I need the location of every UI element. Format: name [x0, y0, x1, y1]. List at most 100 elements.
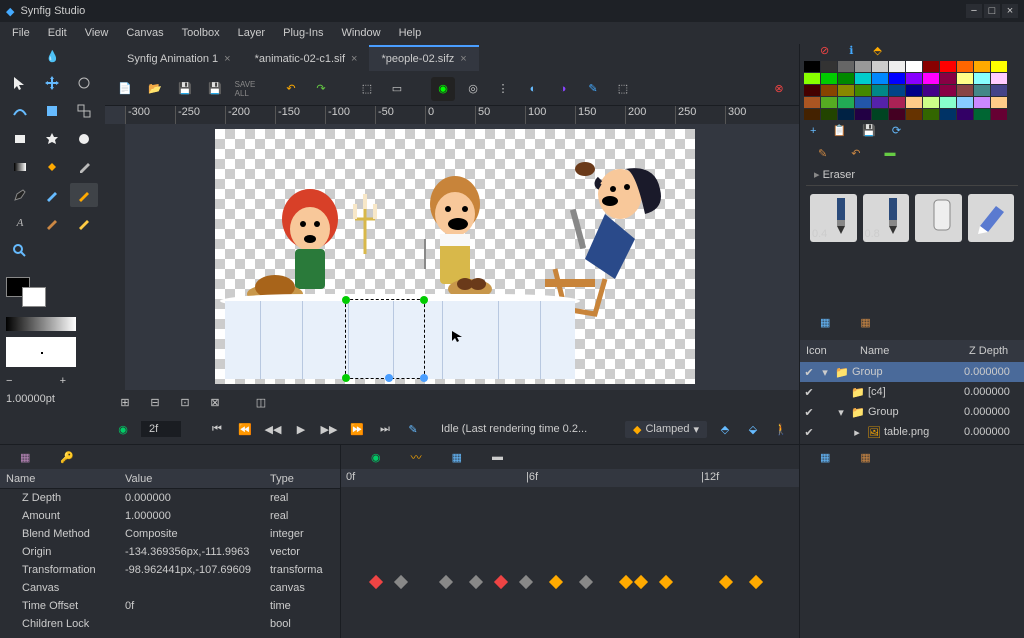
brush-preset[interactable]: 0.4 [810, 194, 857, 242]
palette-color[interactable] [957, 61, 973, 72]
palette-color[interactable] [838, 85, 854, 96]
palette-color[interactable] [821, 109, 837, 120]
layer-row[interactable]: ✔📁[c4]0.000000 [800, 382, 1024, 402]
palette-color[interactable] [804, 61, 820, 72]
palette-color[interactable] [872, 73, 888, 84]
keyframe[interactable] [634, 575, 648, 589]
circle-tool[interactable] [70, 127, 98, 151]
redo-icon[interactable]: ↷ [309, 77, 333, 101]
bg-color-swatch[interactable] [22, 287, 46, 307]
kf2-icon[interactable]: ⬙ [743, 419, 763, 439]
palette-color[interactable] [821, 73, 837, 84]
palette-color[interactable] [906, 109, 922, 120]
param-row[interactable]: Transformation-98.962441px,-107.69609tra… [0, 561, 340, 579]
param-row[interactable]: Children Lockbool [0, 615, 340, 633]
move-tool[interactable] [38, 71, 66, 95]
palette-color[interactable] [940, 85, 956, 96]
pal-save-icon[interactable]: 💾 [862, 124, 876, 137]
snap1-icon[interactable]: ⊞ [113, 390, 137, 414]
keyframe[interactable] [749, 575, 763, 589]
mask-tool[interactable] [38, 99, 66, 123]
text-tool[interactable]: A [6, 211, 34, 235]
palette-color[interactable] [974, 85, 990, 96]
onion3-icon[interactable]: ⋮ [491, 77, 515, 101]
brush-preset[interactable] [968, 194, 1015, 242]
palette-color[interactable] [906, 61, 922, 72]
palette-color[interactable] [940, 109, 956, 120]
brush-tool[interactable] [70, 183, 98, 207]
palette-color[interactable] [872, 85, 888, 96]
save-icon[interactable]: 💾 [173, 77, 197, 101]
keyframe[interactable] [579, 575, 593, 589]
palette-color[interactable] [906, 73, 922, 84]
scale-tool[interactable] [70, 99, 98, 123]
brtab2-icon[interactable]: ▦ [860, 451, 870, 464]
palette-color[interactable] [855, 109, 871, 120]
snap2-icon[interactable]: ⊟ [143, 390, 167, 414]
pt-minus[interactable]: − [6, 375, 12, 387]
keyframe[interactable] [719, 575, 733, 589]
gradient-tool[interactable] [6, 155, 34, 179]
pt-plus[interactable]: + [60, 375, 66, 387]
menu-file[interactable]: File [4, 24, 38, 42]
layer-row[interactable]: ✔▾📁Group0.000000 [800, 402, 1024, 422]
open-icon[interactable]: 📂 [143, 77, 167, 101]
saveall-icon[interactable]: SAVEALL [233, 77, 257, 101]
palette-color[interactable] [974, 73, 990, 84]
onion6-icon[interactable]: ✎ [581, 77, 605, 101]
palette-color[interactable] [923, 109, 939, 120]
btab1-icon[interactable]: ✎ [818, 147, 827, 160]
document-tab[interactable]: *animatic-02-c1.sif× [243, 45, 370, 71]
pal-add-icon[interactable]: + [810, 125, 816, 137]
close-tab-icon[interactable]: × [460, 53, 466, 65]
palette-color[interactable] [855, 85, 871, 96]
document-tab[interactable]: Synfig Animation 1× [115, 45, 243, 71]
menu-window[interactable]: Window [333, 24, 388, 42]
rect-tool[interactable] [6, 127, 34, 151]
palette-color[interactable] [974, 97, 990, 108]
palette-color[interactable] [838, 73, 854, 84]
palette-color[interactable] [957, 109, 973, 120]
draw-tool[interactable] [38, 211, 66, 235]
bucket-tool[interactable] [38, 155, 66, 179]
timeline-body[interactable] [341, 487, 799, 617]
menu-toolbox[interactable]: Toolbox [174, 24, 228, 42]
palette-color[interactable] [804, 97, 820, 108]
palette-color[interactable] [906, 97, 922, 108]
ttab3-icon[interactable]: ▦ [452, 451, 462, 464]
menu-canvas[interactable]: Canvas [118, 24, 171, 42]
palette-color[interactable] [923, 73, 939, 84]
palette-color[interactable] [940, 73, 956, 84]
palette-color[interactable] [872, 97, 888, 108]
keyframe[interactable] [469, 575, 483, 589]
loop-icon[interactable]: ✎ [403, 419, 423, 439]
palette-color[interactable] [889, 73, 905, 84]
eyedrop-tool[interactable] [70, 155, 98, 179]
interpolation-dropdown[interactable]: ◆Clamped▾ [625, 421, 707, 438]
palette-color[interactable] [838, 61, 854, 72]
palette-color[interactable] [923, 61, 939, 72]
pal-paste-icon[interactable]: 📋 [832, 124, 846, 137]
canvas[interactable] [125, 124, 799, 390]
onion1-icon[interactable]: ◉ [431, 77, 455, 101]
param-row[interactable]: Time Offset0ftime [0, 597, 340, 615]
palette-color[interactable] [940, 61, 956, 72]
keyframe[interactable] [549, 575, 563, 589]
palette-color[interactable] [991, 61, 1007, 72]
snap3-icon[interactable]: ⊡ [173, 390, 197, 414]
layer-row[interactable]: ✔▾📁Group0.000000 [800, 362, 1024, 382]
undo-icon[interactable]: ↶ [279, 77, 303, 101]
ttab2-icon[interactable]: 〰 [411, 449, 422, 465]
btab2-icon[interactable]: ↶ [851, 147, 860, 160]
keyframe[interactable] [519, 575, 533, 589]
palette-color[interactable] [991, 73, 1007, 84]
arrow-tool[interactable] [6, 71, 34, 95]
palette-color[interactable] [855, 73, 871, 84]
palette-color[interactable] [923, 97, 939, 108]
palette-color[interactable] [906, 85, 922, 96]
ltab1-icon[interactable]: ▦ [820, 316, 830, 340]
maximize-button[interactable]: □ [984, 4, 1000, 18]
next-key-icon[interactable]: ⏩ [347, 419, 367, 439]
prev-frame-icon[interactable]: ◀◀ [263, 419, 283, 439]
keyframe[interactable] [394, 575, 408, 589]
